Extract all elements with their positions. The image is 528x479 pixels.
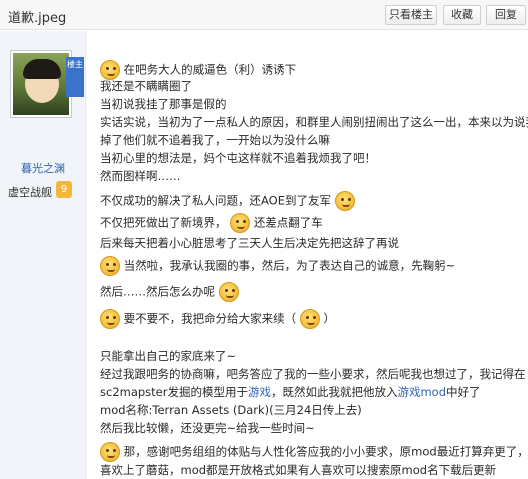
smiley-emoticon-icon bbox=[100, 309, 120, 329]
post-line: 当初说我挂了那事是假的 bbox=[100, 97, 227, 111]
post-line: 掉了他们就不追着我了，一开始以为没什么嘛 bbox=[100, 133, 330, 147]
game-mod-link[interactable]: 游戏mod bbox=[397, 385, 446, 399]
user-tag: 虚空战舰 bbox=[8, 186, 52, 199]
level-badge: 9 bbox=[56, 181, 72, 198]
post-line: 后来每天把着小心脏思考了三天人生后决定先把这辞了再说 bbox=[100, 236, 399, 250]
post-line: ，既然如此我就把他放入 bbox=[270, 385, 398, 399]
post-line: 中好了 bbox=[446, 385, 481, 399]
header-bar: 道歉.jpeg 只看楼主 收藏 回复 bbox=[0, 0, 528, 30]
only-op-button[interactable]: 只看楼主 bbox=[385, 5, 437, 25]
post-line: 然而图样啊…… bbox=[100, 169, 181, 183]
post-line: 经过我跟吧务的协商嘛，吧务答应了我的一些小要求，然后呢我也想过了，我记得在 bbox=[100, 367, 526, 381]
game-link[interactable]: 游戏 bbox=[248, 385, 271, 399]
smiley-emoticon-icon bbox=[299, 309, 320, 329]
page-title: 道歉.jpeg bbox=[8, 11, 67, 26]
op-ribbon: 楼主 bbox=[66, 57, 84, 97]
smiley-emoticon-icon bbox=[100, 60, 120, 80]
smiley-emoticon-icon bbox=[218, 282, 239, 302]
smiley-emoticon-icon bbox=[100, 442, 120, 462]
post-line: 要不要不，我把命分给大家来续（ bbox=[123, 311, 297, 326]
favorite-button[interactable]: 收藏 bbox=[443, 5, 481, 25]
post-line: 实话实说，当初为了一点私人的原因，和群里人闹别扭闹出了这么一出，本来以为说我挂 bbox=[100, 115, 528, 129]
author-sidebar: 楼主 暮光之渊 虚空战舰 9 bbox=[0, 31, 86, 479]
avatar[interactable] bbox=[10, 50, 72, 118]
smiley-emoticon-icon bbox=[230, 213, 251, 233]
post-line: 我还是不瞒瞒圈了 bbox=[100, 79, 192, 93]
username-link[interactable]: 暮光之渊 bbox=[0, 160, 86, 176]
post-line: 不仅把死做出了新境界， bbox=[100, 215, 227, 230]
post-line: 在吧务大人的威逼色（利）诱诱下 bbox=[123, 62, 297, 77]
post-line: 然后……然后怎么办呢 bbox=[100, 284, 215, 299]
post-line: 只能拿出自己的家底来了~ bbox=[100, 349, 237, 363]
post-line: 当然啦，我承认我圈的事，然后，为了表达自己的诚意，先鞠躬~ bbox=[123, 258, 456, 273]
post-line: 那，感谢吧务组组的体贴与人性化答应我的小小要求，原mod最近打算弃更了，最近 bbox=[123, 444, 528, 459]
post-line: 还差点翻了车 bbox=[253, 215, 323, 230]
post-line: 喜欢上了蘑菇，mod都是开放格式如果有人喜欢可以搜索原mod名下载后更新 bbox=[100, 463, 497, 477]
post-line: 当初心里的想法是，妈个屯这样就不追着我烦我了吧！ bbox=[100, 151, 376, 165]
post-line: 不仅成功的解决了私人问题，还AOE到了友军 bbox=[100, 193, 331, 208]
post-line: mod名称:Terran Assets (Dark)(三月24日传上去) bbox=[100, 403, 362, 417]
post-line: sc2mapster发掘的模型用于 bbox=[100, 385, 248, 399]
smiley-emoticon-icon bbox=[334, 191, 355, 211]
post-line: ） bbox=[323, 311, 335, 326]
reply-button[interactable]: 回复 bbox=[486, 5, 526, 25]
post-line: 然后我比较懒，还没更完~给我一些时间~ bbox=[100, 421, 315, 435]
smiley-emoticon-icon bbox=[100, 256, 120, 276]
